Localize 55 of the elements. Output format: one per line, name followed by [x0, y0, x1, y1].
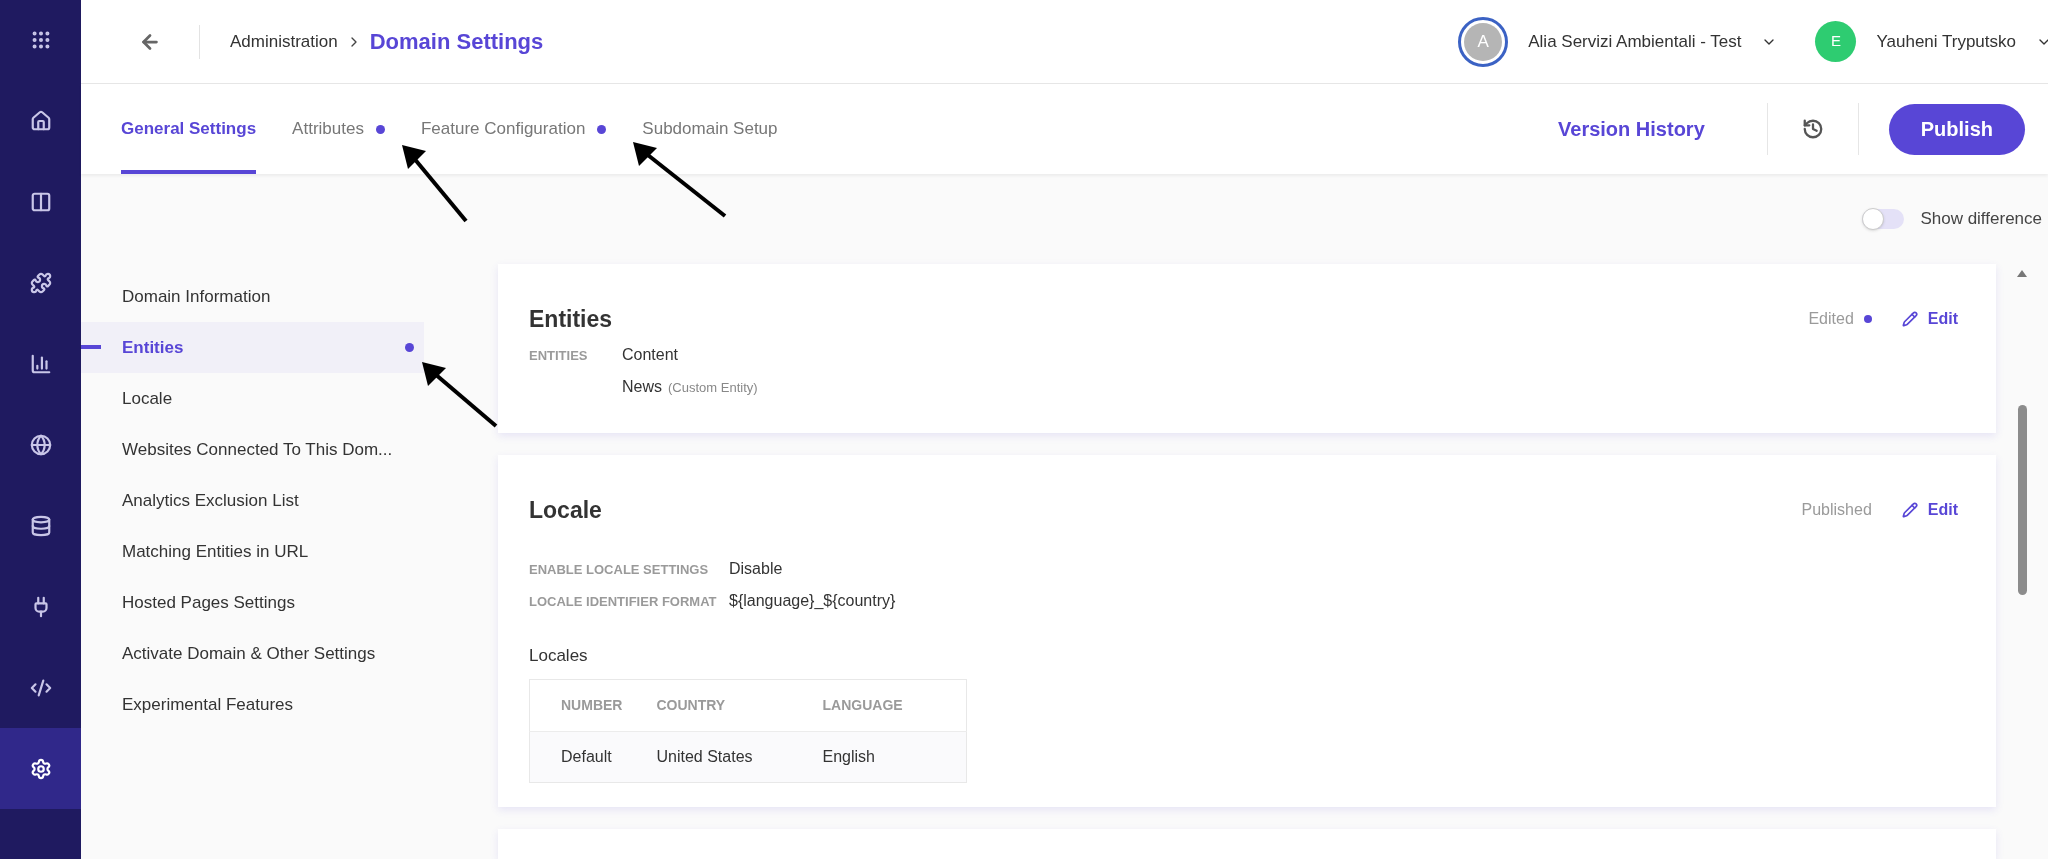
- version-history-link[interactable]: Version History: [1558, 114, 1705, 144]
- section-nav-item[interactable]: Domain Information: [81, 271, 424, 322]
- scroll-up-icon: [2017, 270, 2027, 277]
- field-note: (Custom Entity): [668, 378, 758, 397]
- home-icon: [29, 109, 52, 132]
- column-header: COUNTRY: [656, 679, 823, 731]
- globe-icon: [29, 433, 52, 456]
- field-label: ENABLE LOCALE SETTINGS: [529, 561, 710, 579]
- pencil-icon: [1901, 311, 1918, 328]
- card-title: Locale: [529, 495, 602, 525]
- rail-button[interactable]: [0, 728, 81, 809]
- show-difference-toggle[interactable]: Show difference: [1862, 206, 2042, 232]
- breadcrumb-link[interactable]: Administration: [230, 28, 338, 55]
- field-label: LOCALE IDENTIFIER FORMAT: [529, 593, 718, 611]
- bar-chart-icon: [29, 352, 52, 375]
- section-nav-item[interactable]: Matching Entities in URL: [81, 526, 424, 577]
- account-avatar: A: [1458, 16, 1509, 67]
- column-header: NUMBER: [529, 679, 657, 731]
- database-icon: [29, 514, 52, 537]
- user-menu[interactable]: E Yauheni Tryputsko: [1815, 21, 2048, 62]
- section-nav-item[interactable]: Locale: [81, 373, 424, 424]
- table-cell: Default: [529, 731, 657, 782]
- section-nav-item[interactable]: Experimental Features: [81, 679, 424, 730]
- field-label: ENTITIES: [529, 346, 589, 365]
- edit-button[interactable]: Edit: [1901, 497, 1958, 522]
- status-text: Edited: [1808, 309, 1854, 330]
- section-nav-item[interactable]: Activate Domain & Other Settings: [81, 628, 424, 679]
- edit-button[interactable]: Edit: [1901, 307, 1958, 332]
- table-title: Locales: [529, 645, 589, 667]
- account-switcher[interactable]: A Alia Servizi Ambientali - Test: [1458, 16, 1778, 67]
- section-nav-item[interactable]: Entities: [81, 322, 424, 373]
- pencil-icon: [1901, 501, 1918, 518]
- card-title: Entities: [529, 305, 613, 334]
- settings-icon: [29, 757, 52, 780]
- section-nav-item[interactable]: Websites Connected To This Dom...: [81, 424, 424, 475]
- history-icon: [1801, 118, 1824, 140]
- user-avatar: E: [1815, 21, 1857, 62]
- status-text: Published: [1801, 499, 1872, 520]
- column-header: LANGUAGE: [822, 679, 967, 731]
- tab[interactable]: Subdomain Setup: [642, 84, 778, 174]
- table-cell: English: [822, 731, 967, 782]
- field-value: Disable: [729, 559, 783, 579]
- table-cell: United States: [656, 731, 823, 782]
- tab[interactable]: Attributes: [292, 84, 385, 174]
- publish-button[interactable]: Publish: [1888, 103, 2025, 155]
- tab[interactable]: General Settings: [121, 84, 257, 174]
- page-title: Domain Settings: [369, 28, 544, 56]
- history-button[interactable]: [1801, 118, 1824, 140]
- field-value: ${language}_${country}: [729, 591, 896, 611]
- puzzle-icon: [29, 271, 52, 294]
- columns-icon: [29, 190, 52, 213]
- section-nav-item[interactable]: Hosted Pages Settings: [81, 577, 424, 628]
- section-nav-item[interactable]: Analytics Exclusion List: [81, 475, 424, 526]
- field-value: Content: [622, 344, 679, 365]
- field-value: News: [622, 376, 662, 397]
